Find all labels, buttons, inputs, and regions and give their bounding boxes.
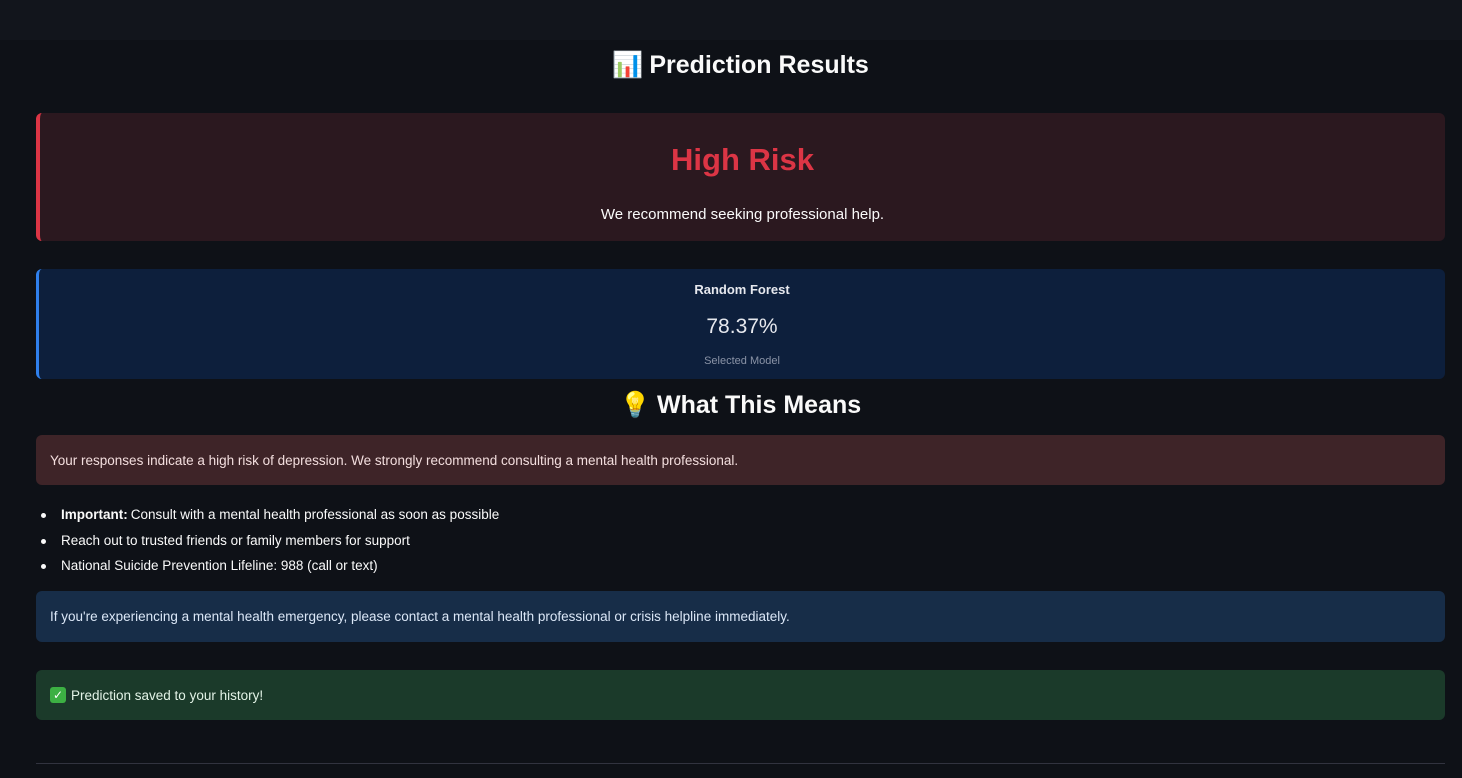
saved-success-alert: ✓ Prediction saved to your history! [36,670,1445,720]
risk-result-card: High Risk We recommend seeking professio… [36,113,1445,241]
what-this-means-title: What This Means [656,391,862,419]
lightbulb-icon: 💡 [619,390,651,419]
emergency-info-message: If you're experiencing a mental health e… [50,609,790,624]
list-item: National Suicide Prevention Lifeline: 98… [36,556,499,582]
model-name: Random Forest [694,282,790,297]
recommendations-list: Important: Consult with a mental health p… [36,505,499,582]
risk-message: We recommend seeking professional help. [600,206,885,223]
risk-error-alert: Your responses indicate a high risk of d… [36,435,1445,485]
what-this-means-heading: 💡 What This Means [36,390,1445,420]
check-icon: ✓ [50,687,66,703]
prediction-results-heading: 📊 Prediction Results [36,50,1445,80]
divider [36,763,1445,764]
emergency-info-alert: If you're experiencing a mental health e… [36,591,1445,642]
list-item: Reach out to trusted friends or family m… [36,531,499,557]
model-score: 78.37% [706,315,778,338]
model-score-card: Random Forest 78.37% Selected Model [36,269,1445,379]
risk-level: High Risk [671,142,814,177]
prediction-results-title: Prediction Results [649,51,869,79]
recommendation-text: Reach out to trusted friends or family m… [61,532,410,548]
model-caption: Selected Model [704,355,780,367]
list-item: Important: Consult with a mental health p… [36,505,499,531]
recommendation-text: Consult with a mental health professiona… [130,507,500,522]
saved-success-message: Prediction saved to your history! [71,687,264,703]
risk-error-message: Your responses indicate a high risk of d… [50,452,739,468]
important-label: Important: [61,507,128,522]
bar-chart-icon: 📊 [612,50,644,79]
app-header [0,0,1462,40]
recommendation-text: National Suicide Prevention Lifeline: 98… [61,558,378,573]
